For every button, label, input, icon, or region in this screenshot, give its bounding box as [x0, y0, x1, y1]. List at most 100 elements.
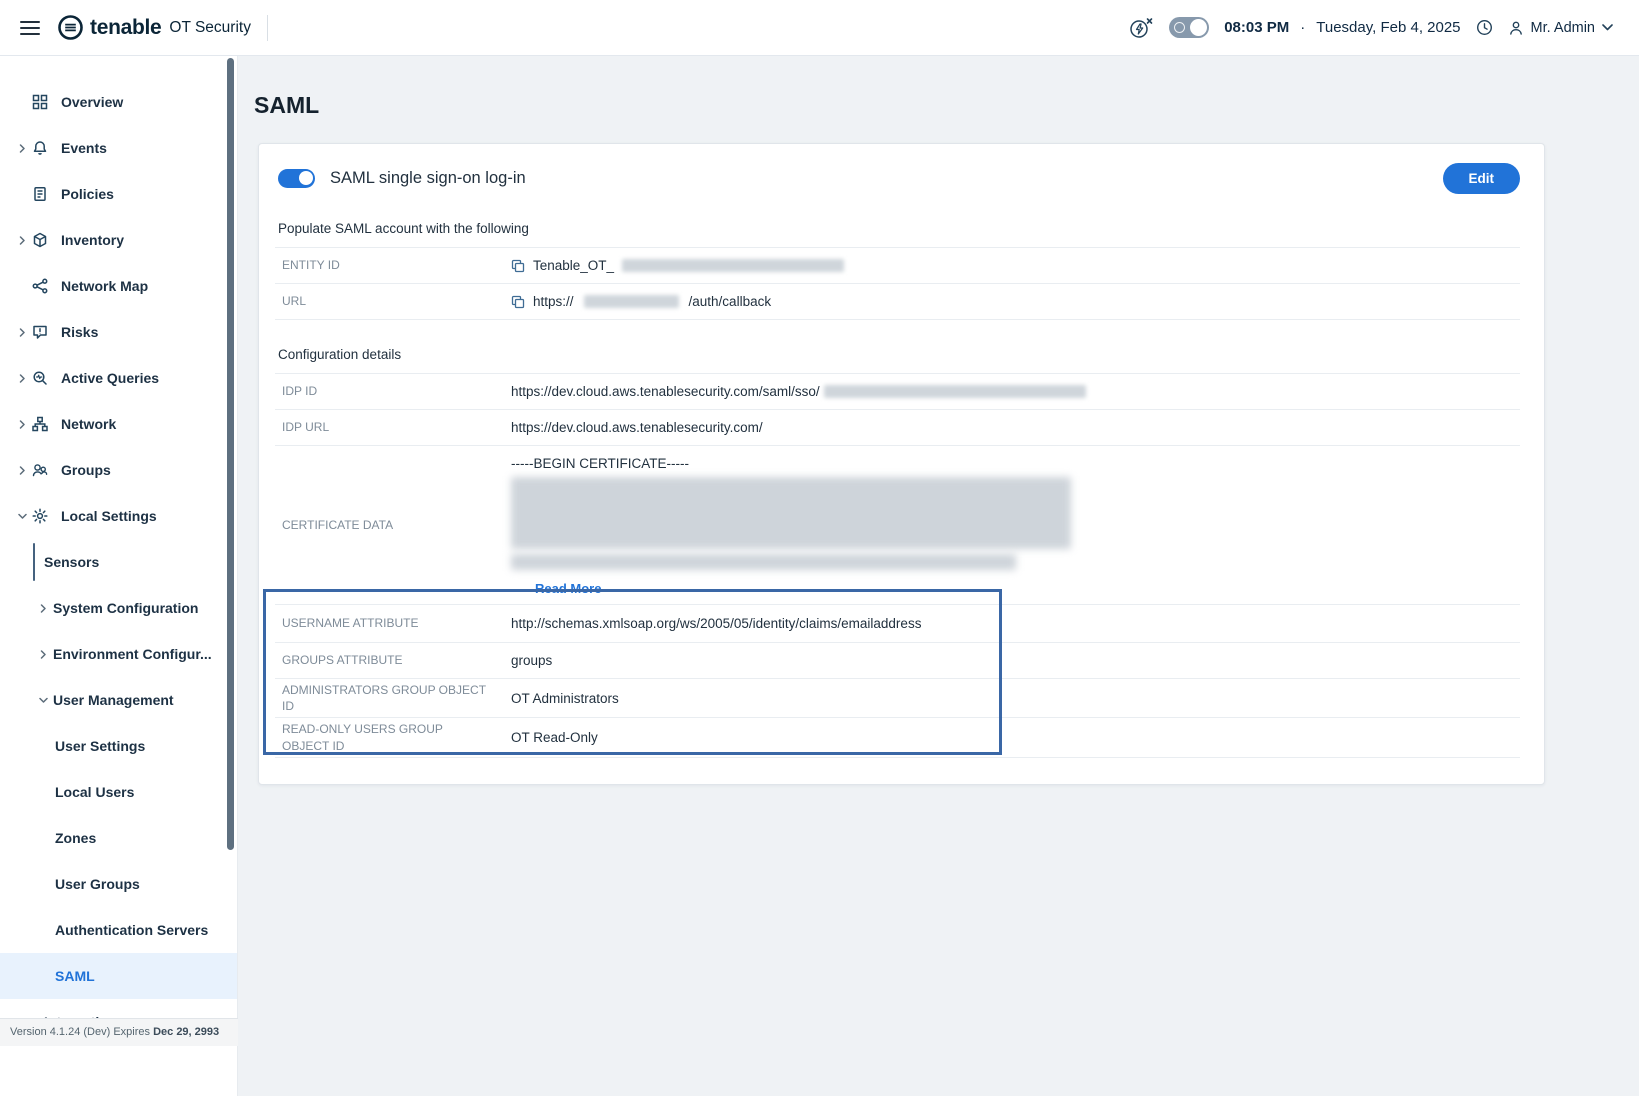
sidebar-scrollbar[interactable] [227, 58, 234, 850]
toggle-knob [299, 171, 313, 185]
sidebar-item-label: Zones [55, 830, 96, 846]
sitemap-icon [32, 416, 50, 432]
sidebar-item-saml[interactable]: SAML [0, 953, 237, 999]
user-menu[interactable]: Mr. Admin [1508, 20, 1613, 36]
chevron-right-icon[interactable] [12, 144, 32, 153]
sidebar-item-active-queries[interactable]: Active Queries [0, 355, 237, 401]
sidebar-item-sensors[interactable]: Sensors [0, 539, 237, 585]
saml-sso-toggle[interactable] [278, 169, 315, 188]
brand-name: tenable [90, 16, 161, 40]
document-icon [32, 186, 50, 202]
config-table: IDP ID https://dev.cloud.aws.tenablesecu… [275, 373, 1520, 758]
table-row-groups-attribute: GROUPS ATTRIBUTE groups [275, 642, 1520, 678]
chevron-right-icon[interactable] [12, 236, 32, 245]
sidebar-item-label: Groups [61, 462, 111, 478]
sidebar-item-integrations[interactable]: Integrations [0, 999, 237, 1018]
sidebar-item-zones[interactable]: Zones [0, 815, 237, 861]
chevron-right-icon[interactable] [12, 420, 32, 429]
sidebar-item-groups[interactable]: Groups [0, 447, 237, 493]
sidebar-item-label: Network [61, 416, 116, 432]
sidebar-item-label: User Settings [55, 738, 145, 754]
redacted-text [584, 295, 679, 308]
populate-section-title: Populate SAML account with the following [278, 221, 1520, 236]
sidebar-item-label: System Configuration [53, 600, 198, 616]
copy-icon[interactable] [511, 295, 525, 309]
sidebar-item-label: Events [61, 140, 107, 156]
sidebar-item-local-users[interactable]: Local Users [0, 769, 237, 815]
saml-card: SAML single sign-on log-in Edit Populate… [258, 143, 1545, 785]
readonly-group-value: OT Read-Only [511, 730, 598, 745]
entity-id-label: ENTITY ID [275, 254, 511, 276]
bell-icon [32, 140, 50, 156]
license-invalid-icon[interactable] [1129, 16, 1154, 39]
table-row-certificate: CERTIFICATE DATA -----BEGIN CERTIFICATE-… [275, 445, 1520, 604]
idp-url-value: https://dev.cloud.aws.tenablesecurity.co… [511, 420, 763, 435]
sidebar-item-label: Sensors [44, 554, 99, 570]
sidebar: Overview Events Policies Inventory Netwo… [0, 56, 238, 1096]
sidebar-item-label: SAML [55, 968, 95, 984]
sidebar-item-local-settings[interactable]: Local Settings [0, 493, 237, 539]
clock-icon[interactable] [1476, 19, 1493, 36]
idp-id-label: IDP ID [275, 380, 511, 402]
groups-attribute-label: GROUPS ATTRIBUTE [275, 649, 511, 671]
redacted-text [824, 385, 1086, 398]
chevron-right-icon[interactable] [12, 328, 32, 337]
chevron-down-icon[interactable] [12, 512, 32, 521]
dark-mode-toggle[interactable] [1169, 17, 1209, 38]
chevron-right-icon[interactable] [33, 604, 53, 613]
sidebar-item-label: Inventory [61, 232, 124, 248]
table-row-readonly-group: READ-ONLY USERS GROUP OBJECT ID OT Read-… [275, 717, 1520, 757]
read-more-link[interactable]: Read More [535, 581, 601, 596]
populate-table: ENTITY ID Tenable_OT_ URL https:// /auth… [275, 247, 1520, 320]
sidebar-item-network-map[interactable]: Network Map [0, 263, 237, 309]
url-label: URL [275, 290, 511, 312]
chevron-down-icon [1602, 24, 1613, 31]
brand: tenable OT Security [57, 14, 251, 41]
main-content: SAML SAML single sign-on log-in Edit Pop… [238, 56, 1639, 1096]
username-attribute-label: USERNAME ATTRIBUTE [275, 612, 511, 634]
copy-icon[interactable] [511, 259, 525, 273]
sidebar-item-label: Overview [61, 94, 123, 110]
sidebar-item-network[interactable]: Network [0, 401, 237, 447]
chevron-right-icon[interactable] [12, 374, 32, 383]
table-row-entity-id: ENTITY ID Tenable_OT_ [275, 247, 1520, 283]
sidebar-item-environment-configuration[interactable]: Environment Configur... [0, 631, 237, 677]
topbar-divider [267, 15, 268, 41]
sidebar-item-label: Policies [61, 186, 114, 202]
sidebar-item-label: Active Queries [61, 370, 159, 386]
sidebar-item-events[interactable]: Events [0, 125, 237, 171]
sidebar-item-policies[interactable]: Policies [0, 171, 237, 217]
certificate-begin-line: -----BEGIN CERTIFICATE----- [511, 456, 1071, 471]
table-row-idp-id: IDP ID https://dev.cloud.aws.tenablesecu… [275, 373, 1520, 409]
chevron-right-icon[interactable] [33, 650, 53, 659]
sidebar-item-system-configuration[interactable]: System Configuration [0, 585, 237, 631]
sidebar-item-label: Risks [61, 324, 98, 340]
chevron-down-icon[interactable] [33, 696, 53, 705]
indent-guide [33, 543, 35, 581]
sun-icon [1174, 22, 1185, 33]
version-footer: Version 4.1.24 (Dev) Expires Dec 29, 299… [0, 1018, 238, 1046]
sidebar-item-user-management[interactable]: User Management [0, 677, 237, 723]
gear-icon [32, 508, 50, 524]
current-date: Tuesday, Feb 4, 2025 [1316, 19, 1460, 36]
menu-button[interactable] [16, 16, 44, 40]
tenable-logo-icon [57, 14, 84, 41]
sidebar-nav: Overview Events Policies Inventory Netwo… [0, 56, 237, 1018]
sidebar-item-user-groups[interactable]: User Groups [0, 861, 237, 907]
sidebar-item-inventory[interactable]: Inventory [0, 217, 237, 263]
sidebar-item-risks[interactable]: Risks [0, 309, 237, 355]
table-row-administrators-group: ADMINISTRATORS GROUP OBJECT ID OT Admini… [275, 678, 1520, 717]
administrators-group-label: ADMINISTRATORS GROUP OBJECT ID [275, 679, 511, 717]
sidebar-item-label: Environment Configur... [53, 646, 212, 662]
query-pulse-icon [32, 370, 50, 386]
alert-bubble-icon [32, 324, 50, 340]
chevron-right-icon[interactable] [12, 466, 32, 475]
cube-icon [32, 232, 50, 248]
sidebar-item-overview[interactable]: Overview [0, 79, 237, 125]
url-suffix: /auth/callback [689, 294, 772, 309]
sidebar-item-user-settings[interactable]: User Settings [0, 723, 237, 769]
table-row-idp-url: IDP URL https://dev.cloud.aws.tenablesec… [275, 409, 1520, 445]
sidebar-item-authentication-servers[interactable]: Authentication Servers [0, 907, 237, 953]
hamburger-icon [20, 20, 40, 36]
edit-button[interactable]: Edit [1443, 163, 1521, 194]
